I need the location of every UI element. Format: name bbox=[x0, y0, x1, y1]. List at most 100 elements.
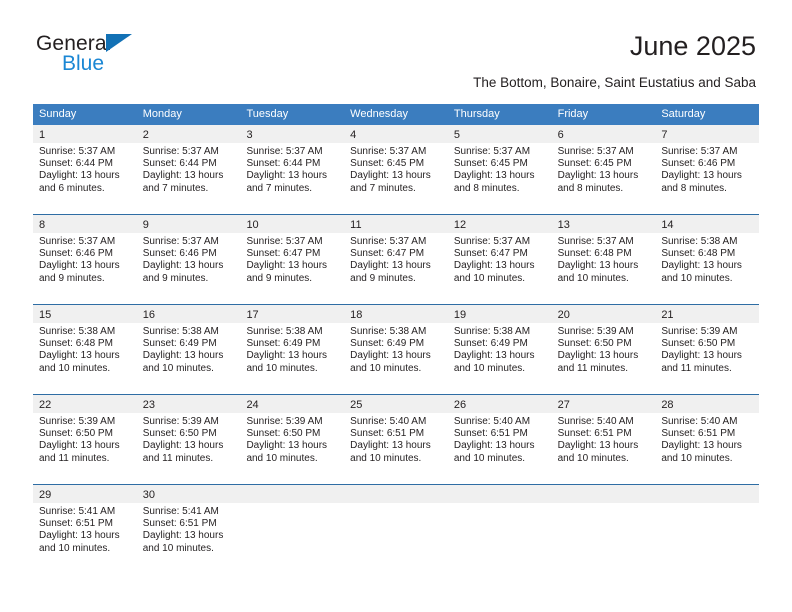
calendar-day-cell[interactable]: 28 Sunrise: 5:40 AM Sunset: 6:51 PM Dayligh… bbox=[655, 395, 760, 484]
calendar-day-cell[interactable]: 16 Sunrise: 5:38 AM Sunset: 6:49 PM Dayligh… bbox=[136, 305, 241, 394]
day-sun-info: Sunrise: 5:40 AM Sunset: 6:51 PM Daylight:… bbox=[655, 413, 759, 465]
calendar-day-cell[interactable]: 7 Sunrise: 5:37 AM Sunset: 6:46 PM Daylight… bbox=[655, 125, 760, 214]
daylight-text: Daylight: 13 hours and 11 minutes. bbox=[142, 440, 224, 464]
day-number: 5 bbox=[453, 129, 460, 141]
day-sun-info: Sunrise: 5:37 AM Sunset: 6:45 PM Daylight:… bbox=[552, 143, 656, 195]
day-number: 22 bbox=[39, 399, 52, 411]
sunrise-text: Sunrise: 5:40 AM bbox=[350, 416, 427, 427]
calendar-day-cell[interactable]: 30 Sunrise: 5:41 AM Sunset: 6:51 PM Dayligh… bbox=[136, 485, 241, 574]
daylight-text: Daylight: 13 hours and 7 minutes. bbox=[246, 170, 328, 194]
daylight-text: Daylight: 13 hours and 10 minutes. bbox=[246, 350, 328, 374]
day-sun-info: Sunrise: 5:37 AM Sunset: 6:44 PM Daylight:… bbox=[33, 143, 137, 195]
calendar-day-cell[interactable]: 21 Sunrise: 5:39 AM Sunset: 6:50 PM Dayligh… bbox=[655, 305, 760, 394]
day-number: 6 bbox=[557, 129, 564, 141]
calendar-day-cell[interactable]: 18 Sunrise: 5:38 AM Sunset: 6:49 PM Dayligh… bbox=[344, 305, 448, 394]
calendar-day-cell[interactable]: 17 Sunrise: 5:38 AM Sunset: 6:49 PM Dayligh… bbox=[240, 305, 345, 394]
calendar-day-cell[interactable]: 10 Sunrise: 5:37 AM Sunset: 6:47 PM Dayligh… bbox=[240, 215, 345, 304]
calendar-day-cell[interactable]: 12 Sunrise: 5:37 AM Sunset: 6:47 PM Dayligh… bbox=[447, 215, 552, 304]
calendar-day-cell[interactable]: 20 Sunrise: 5:39 AM Sunset: 6:50 PM Dayligh… bbox=[551, 305, 656, 394]
sunset-text: Sunset: 6:48 PM bbox=[661, 248, 736, 260]
calendar-day-cell[interactable]: 13 Sunrise: 5:37 AM Sunset: 6:48 PM Dayligh… bbox=[551, 215, 656, 304]
day-number-band bbox=[447, 485, 552, 503]
day-number: 12 bbox=[453, 219, 467, 231]
sunset-text: Sunset: 6:49 PM bbox=[246, 338, 321, 350]
calendar-table: Sunday Monday Tuesday Wednesday Thursday… bbox=[33, 104, 760, 574]
day-number: 17 bbox=[246, 309, 259, 321]
day-number: 20 bbox=[557, 309, 570, 321]
daylight-text: Daylight: 13 hours and 10 minutes. bbox=[39, 530, 120, 554]
calendar-day-cell[interactable]: 15 Sunrise: 5:38 AM Sunset: 6:48 PM Dayligh… bbox=[33, 305, 137, 394]
calendar-day-cell[interactable]: 1 Sunrise: 5:37 AM Sunset: 6:44 PM Daylight… bbox=[33, 125, 137, 214]
sunrise-text: Sunrise: 5:39 AM bbox=[142, 416, 219, 427]
calendar-day-cell[interactable]: 6 Sunrise: 5:37 AM Sunset: 6:45 PM Daylight… bbox=[551, 125, 656, 214]
calendar-day-cell[interactable]: 29 Sunrise: 5:41 AM Sunset: 6:51 PM Dayligh… bbox=[33, 485, 137, 574]
calendar-week-row: 22 Sunrise: 5:39 AM Sunset: 6:50 PM Dayligh… bbox=[33, 394, 760, 484]
day-sun-info: Sunrise: 5:38 AM Sunset: 6:49 PM Daylight:… bbox=[240, 323, 344, 375]
day-number-band: 14 bbox=[655, 215, 760, 233]
sunrise-text: Sunrise: 5:40 AM bbox=[661, 416, 738, 427]
calendar-day-cell[interactable]: 8 Sunrise: 5:37 AM Sunset: 6:46 PM Daylight… bbox=[33, 215, 137, 304]
day-sun-info: Sunrise: 5:37 AM Sunset: 6:47 PM Daylight:… bbox=[448, 233, 552, 285]
sunrise-text: Sunrise: 5:37 AM bbox=[453, 236, 531, 247]
calendar-day-cell[interactable]: 14 Sunrise: 5:38 AM Sunset: 6:48 PM Dayligh… bbox=[655, 215, 760, 304]
sunrise-text: Sunrise: 5:41 AM bbox=[142, 506, 219, 517]
sunrise-text: Sunrise: 5:38 AM bbox=[661, 236, 738, 247]
day-number-band: 12 bbox=[447, 215, 552, 233]
weekday-header-wednesday: Wednesday bbox=[350, 108, 409, 120]
day-number: 8 bbox=[39, 219, 46, 231]
day-number-band: 26 bbox=[447, 395, 552, 413]
day-sun-info: Sunrise: 5:37 AM Sunset: 6:46 PM Daylight:… bbox=[137, 233, 241, 285]
calendar-day-cell[interactable]: 27 Sunrise: 5:40 AM Sunset: 6:51 PM Dayligh… bbox=[551, 395, 656, 484]
day-number: 26 bbox=[453, 399, 467, 411]
daylight-text: Daylight: 13 hours and 10 minutes. bbox=[39, 350, 120, 374]
sunset-text: Sunset: 6:47 PM bbox=[453, 248, 528, 260]
sunrise-text: Sunrise: 5:37 AM bbox=[557, 146, 634, 157]
sunset-text: Sunset: 6:45 PM bbox=[453, 158, 528, 170]
weekday-header-sunday: Sunday bbox=[39, 108, 77, 120]
calendar-day-cell[interactable]: 24 Sunrise: 5:39 AM Sunset: 6:50 PM Dayligh… bbox=[240, 395, 345, 484]
calendar-empty-cell bbox=[240, 485, 345, 574]
calendar-day-cell[interactable]: 23 Sunrise: 5:39 AM Sunset: 6:50 PM Dayligh… bbox=[136, 395, 241, 484]
calendar-day-cell[interactable]: 26 Sunrise: 5:40 AM Sunset: 6:51 PM Dayligh… bbox=[447, 395, 552, 484]
calendar-day-cell[interactable]: 4 Sunrise: 5:37 AM Sunset: 6:45 PM Daylight… bbox=[344, 125, 448, 214]
day-sun-info: Sunrise: 5:37 AM Sunset: 6:44 PM Daylight:… bbox=[240, 143, 344, 195]
sunset-text: Sunset: 6:44 PM bbox=[39, 158, 113, 170]
calendar-day-cell[interactable]: 3 Sunrise: 5:37 AM Sunset: 6:44 PM Daylight… bbox=[240, 125, 345, 214]
daylight-text: Daylight: 13 hours and 10 minutes. bbox=[661, 260, 742, 284]
page-subtitle: The Bottom, Bonaire, Saint Eustatius and… bbox=[473, 75, 756, 90]
calendar-day-cell[interactable]: 25 Sunrise: 5:40 AM Sunset: 6:51 PM Dayligh… bbox=[344, 395, 448, 484]
daylight-text: Daylight: 13 hours and 7 minutes. bbox=[142, 170, 224, 194]
sunset-text: Sunset: 6:51 PM bbox=[557, 428, 632, 440]
calendar-day-cell[interactable]: 5 Sunrise: 5:37 AM Sunset: 6:45 PM Daylight… bbox=[447, 125, 552, 214]
sunrise-text: Sunrise: 5:39 AM bbox=[246, 416, 323, 427]
weekday-header-tuesday: Tuesday bbox=[246, 108, 289, 120]
sunrise-text: Sunrise: 5:39 AM bbox=[661, 326, 738, 337]
sunrise-text: Sunrise: 5:37 AM bbox=[661, 146, 738, 157]
day-number: 19 bbox=[453, 309, 467, 321]
day-number: 30 bbox=[142, 489, 155, 501]
calendar-day-cell[interactable]: 22 Sunrise: 5:39 AM Sunset: 6:50 PM Dayligh… bbox=[33, 395, 137, 484]
calendar-day-cell[interactable]: 9 Sunrise: 5:37 AM Sunset: 6:46 PM Daylight… bbox=[136, 215, 241, 304]
calendar-empty-cell bbox=[344, 485, 448, 574]
sunset-text: Sunset: 6:51 PM bbox=[350, 428, 425, 440]
day-number-band: 6 bbox=[551, 125, 656, 143]
day-number: 3 bbox=[246, 129, 253, 141]
calendar-day-cell[interactable]: 2 Sunrise: 5:37 AM Sunset: 6:44 PM Daylight… bbox=[136, 125, 241, 214]
daylight-text: Daylight: 13 hours and 10 minutes. bbox=[142, 530, 224, 554]
day-number: 9 bbox=[142, 219, 149, 231]
day-number: 23 bbox=[142, 399, 155, 411]
sunset-text: Sunset: 6:49 PM bbox=[350, 338, 425, 350]
day-number-band: 20 bbox=[551, 305, 656, 323]
day-number-band: 7 bbox=[655, 125, 760, 143]
calendar-day-cell[interactable]: 19 Sunrise: 5:38 AM Sunset: 6:49 PM Dayligh… bbox=[447, 305, 552, 394]
page-title: June 2025 bbox=[629, 31, 756, 61]
sunset-text: Sunset: 6:50 PM bbox=[557, 338, 632, 350]
calendar-page: General Blue June 2025 The Bottom, Bonai… bbox=[0, 0, 792, 612]
sunrise-text: Sunrise: 5:37 AM bbox=[142, 146, 219, 157]
sunset-text: Sunset: 6:47 PM bbox=[246, 248, 321, 260]
day-number: 15 bbox=[39, 309, 52, 321]
calendar-day-cell[interactable]: 11 Sunrise: 5:37 AM Sunset: 6:47 PM Dayligh… bbox=[344, 215, 448, 304]
day-number-band: 3 bbox=[240, 125, 345, 143]
day-number-band: 19 bbox=[447, 305, 552, 323]
day-number-band: 30 bbox=[136, 485, 241, 503]
